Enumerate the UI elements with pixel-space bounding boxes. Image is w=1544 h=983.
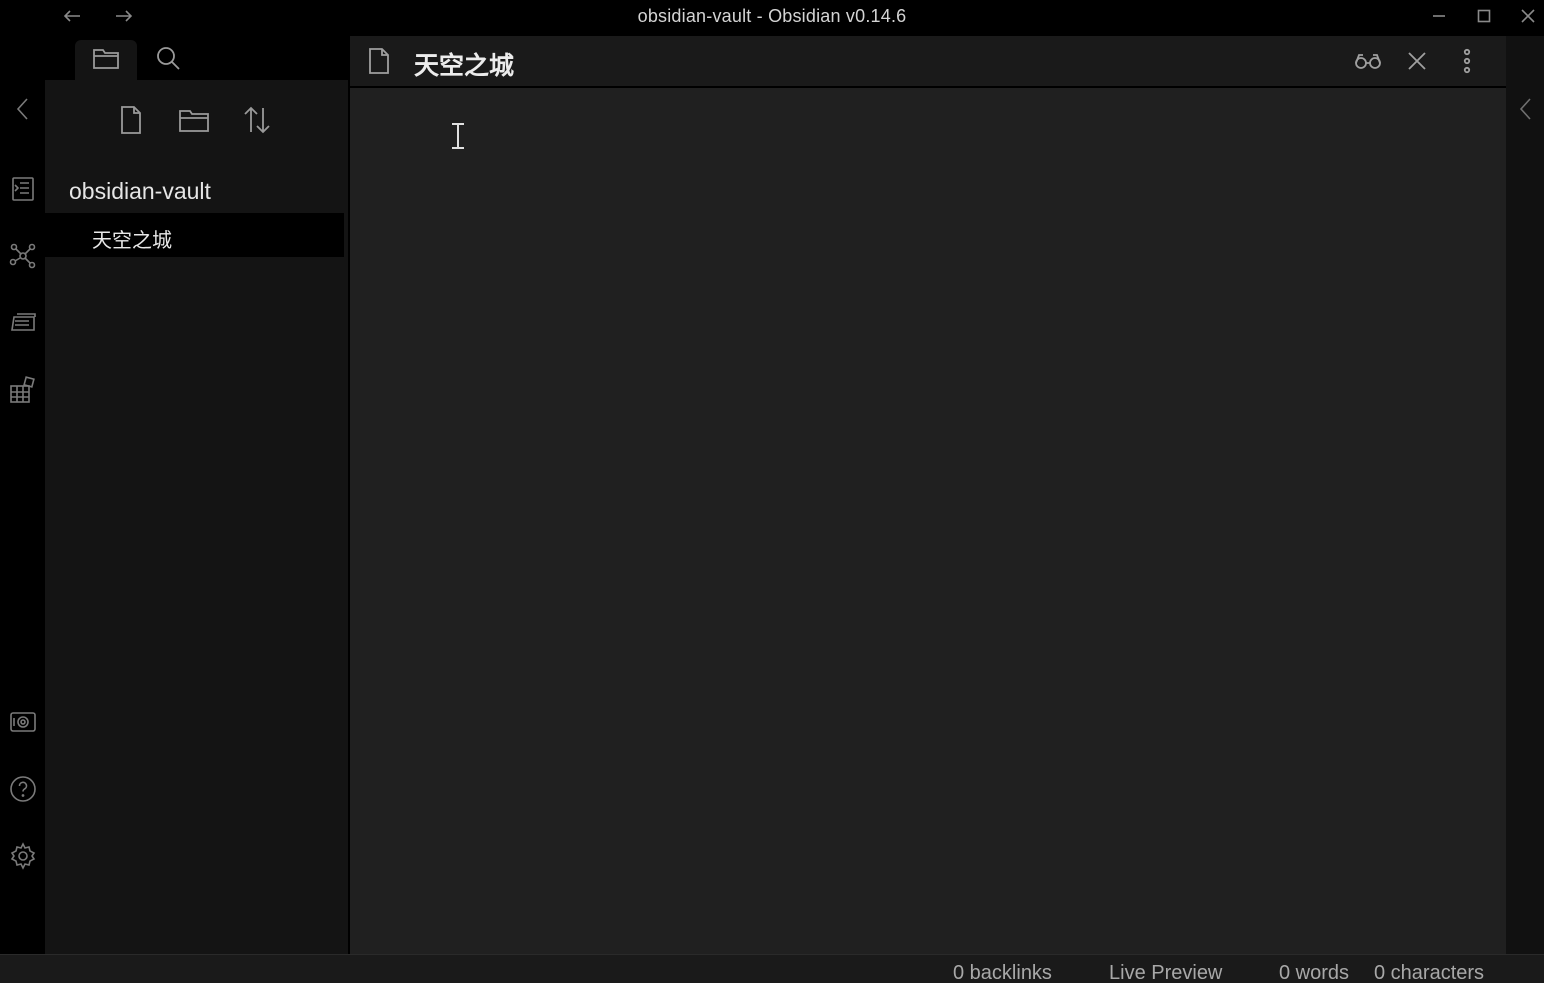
word-count: 0 words	[1279, 962, 1350, 983]
editor-mode[interactable]: Live Preview	[1109, 962, 1222, 983]
slides-icon[interactable]	[8, 308, 38, 338]
left-ribbon	[0, 34, 45, 954]
title-bar: obsidian-vault - Obsidian v0.14.6	[0, 0, 1544, 34]
backlinks-count[interactable]: 0 backlinks	[953, 962, 1052, 983]
new-note-icon	[119, 105, 143, 140]
file-item-label: 天空之城	[92, 230, 172, 252]
text-cursor-icon	[448, 122, 468, 150]
settings-icon[interactable]	[8, 841, 38, 871]
file-item-active[interactable]: 天空之城	[45, 213, 344, 257]
reading-view-icon[interactable]	[1351, 46, 1385, 76]
status-bar: 0 backlinks Live Preview 0 words 0 chara…	[0, 954, 1544, 983]
more-options-icon[interactable]	[1450, 46, 1484, 76]
graph-view-icon[interactable]	[8, 241, 38, 271]
close-tab-icon[interactable]	[1400, 46, 1434, 76]
right-ribbon	[1506, 36, 1544, 954]
file-explorer-sidebar: obsidian-vault 天空之城	[45, 36, 348, 954]
editor-title[interactable]: 天空之城	[414, 46, 514, 82]
character-count: 0 characters	[1374, 962, 1485, 983]
folder-icon	[92, 46, 120, 75]
minimize-icon[interactable]	[1425, 4, 1453, 28]
tab-file-explorer[interactable]	[75, 40, 137, 80]
editor-header: 天空之城	[350, 36, 1506, 88]
sort-button[interactable]	[237, 102, 277, 142]
search-icon	[155, 45, 181, 76]
sort-icon	[242, 105, 272, 140]
command-palette-icon[interactable]	[8, 174, 38, 204]
chevron-left-icon[interactable]	[1514, 94, 1538, 124]
vault-name[interactable]: obsidian-vault	[69, 178, 211, 205]
editor-pane: 天空之城	[350, 36, 1506, 954]
window-title: obsidian-vault - Obsidian v0.14.6	[637, 6, 907, 26]
obsidian-window: obsidian-vault - Obsidian v0.14.6 obsidi…	[0, 0, 1544, 983]
document-icon	[364, 46, 394, 76]
daily-notes-icon[interactable]	[8, 375, 38, 405]
file-explorer-actions	[45, 102, 348, 146]
chevron-left-icon[interactable]	[8, 94, 38, 124]
new-folder-button[interactable]	[174, 102, 214, 142]
new-note-button[interactable]	[111, 102, 151, 142]
sidebar-tabs	[45, 36, 348, 80]
close-icon[interactable]	[1514, 4, 1542, 28]
help-icon[interactable]	[8, 774, 38, 804]
maximize-icon[interactable]	[1470, 4, 1498, 28]
new-folder-icon	[178, 107, 210, 138]
tab-search[interactable]	[137, 40, 199, 80]
vault-icon[interactable]	[8, 707, 38, 737]
